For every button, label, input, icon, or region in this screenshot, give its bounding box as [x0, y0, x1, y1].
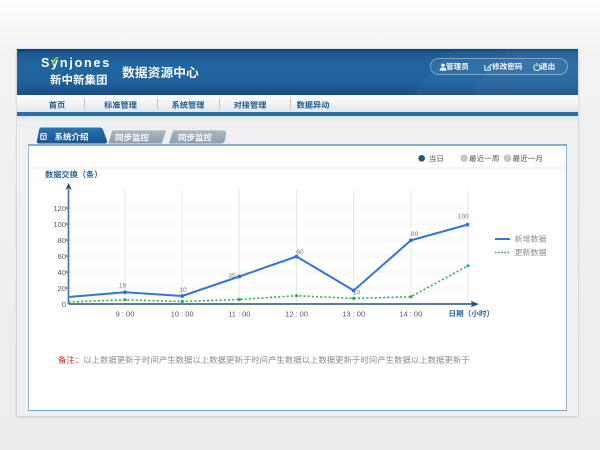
svg-text:10: 10: [353, 290, 361, 297]
svg-text:60: 60: [296, 249, 304, 256]
svg-text:10: 10: [179, 287, 187, 294]
svg-text:120: 120: [53, 204, 66, 213]
svg-text:20: 20: [58, 284, 66, 293]
svg-text:12 : 00: 12 : 00: [285, 310, 308, 319]
svg-text:11 : 00: 11 : 00: [228, 310, 250, 319]
svg-text:18: 18: [119, 282, 127, 289]
svg-text:9 : 00: 9 : 00: [116, 310, 135, 319]
svg-text:80: 80: [58, 236, 66, 245]
svg-text:35: 35: [228, 272, 236, 279]
svg-text:100: 100: [53, 220, 66, 229]
svg-text:60: 60: [58, 252, 66, 261]
svg-text:80: 80: [411, 231, 419, 238]
svg-text:40: 40: [58, 268, 66, 277]
svg-text:100: 100: [458, 213, 469, 220]
svg-text:13 : 00: 13 : 00: [342, 310, 365, 319]
svg-text:10 : 00: 10 : 00: [171, 310, 194, 319]
svg-text:0: 0: [62, 300, 66, 309]
svg-text:14 : 00: 14 : 00: [399, 310, 422, 319]
